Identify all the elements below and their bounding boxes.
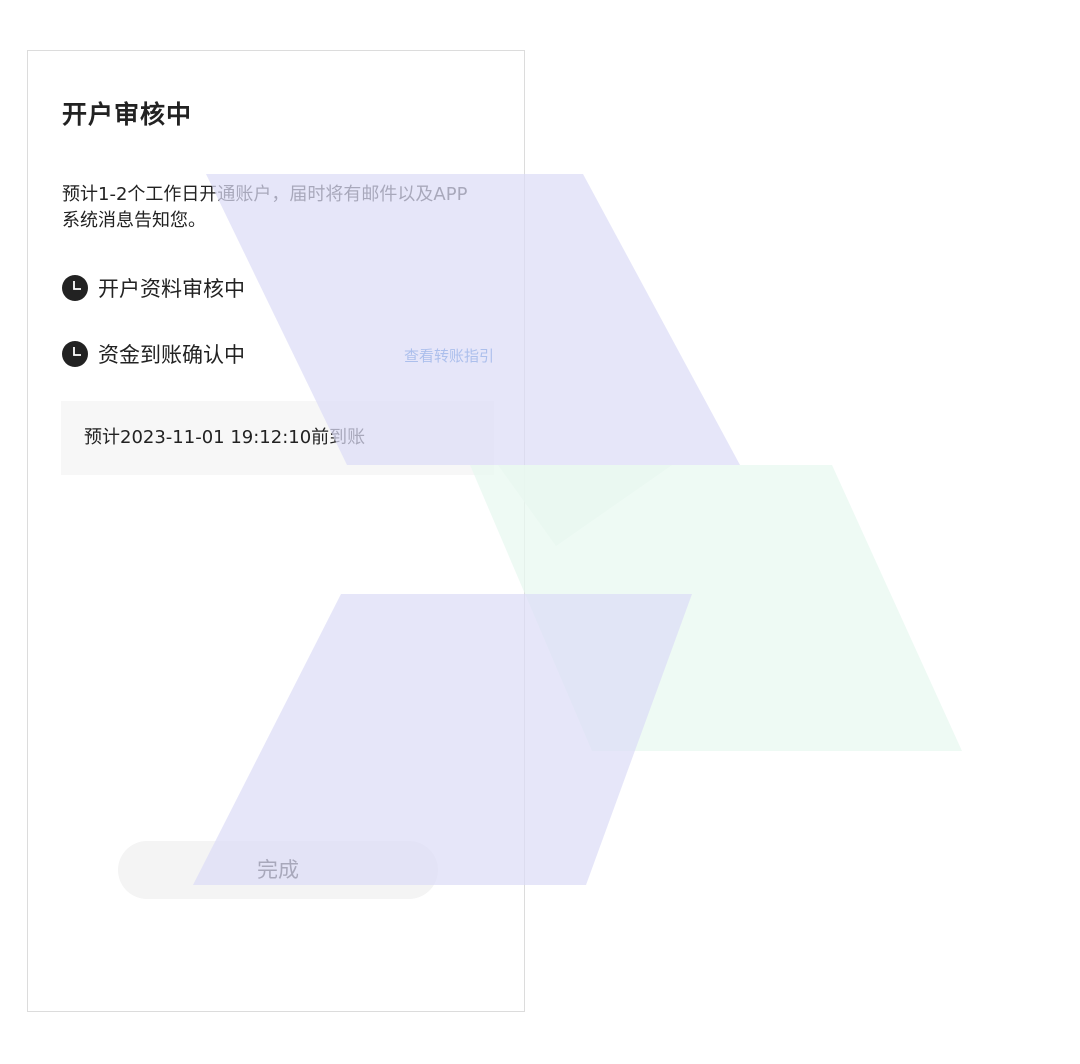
status-description: 预计1-2个工作日开通账户，届时将有邮件以及APP系统消息告知您。 xyxy=(62,184,468,231)
done-button[interactable]: 完成 xyxy=(118,841,438,899)
step-document-review: 开户资料审核中 xyxy=(62,273,245,303)
transfer-guide-link[interactable]: 查看转账指引 xyxy=(404,345,494,366)
arrival-estimate: 预计2023-11-01 19:12:10前到账 xyxy=(61,401,494,475)
status-card: 开户审核中 预计1-2个工作日开通账户，届时将有邮件以及APP系统消息告知您。 … xyxy=(27,50,525,1012)
watermark-green-shape xyxy=(470,465,962,751)
step-label: 资金到账确认中 xyxy=(98,343,245,367)
step-label: 开户资料审核中 xyxy=(98,277,245,301)
page-title: 开户审核中 xyxy=(62,100,193,129)
clock-icon xyxy=(62,341,88,367)
step-funds-confirmation: 资金到账确认中 查看转账指引 xyxy=(62,339,494,369)
clock-icon xyxy=(62,275,88,301)
screen: 开户审核中 预计1-2个工作日开通账户，届时将有邮件以及APP系统消息告知您。 … xyxy=(0,0,1080,1064)
